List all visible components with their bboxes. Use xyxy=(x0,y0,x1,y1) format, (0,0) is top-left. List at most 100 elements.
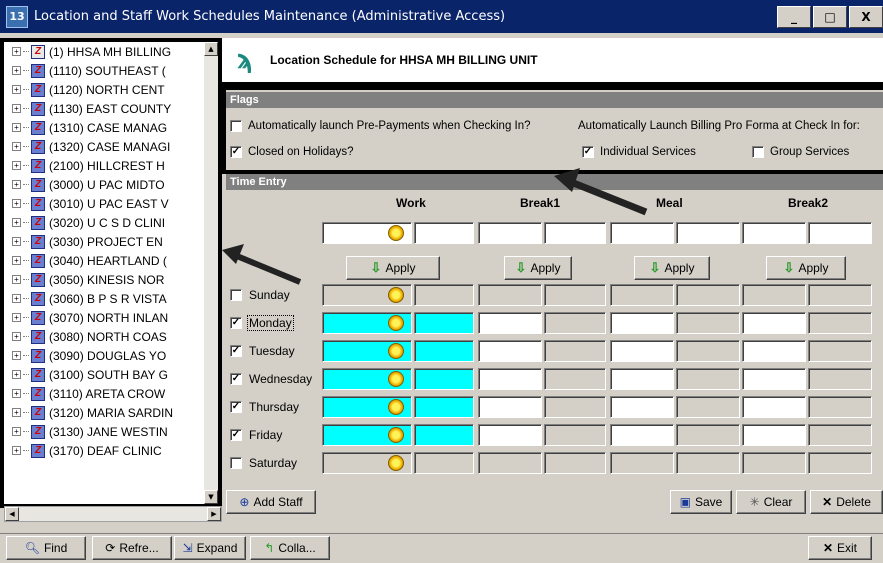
template-time-field[interactable] xyxy=(676,222,740,244)
auto-prepayments-option[interactable]: Automatically launch Pre-Payments when C… xyxy=(230,120,531,132)
time-picker-icon[interactable] xyxy=(388,455,404,471)
scroll-down-icon[interactable]: ▼ xyxy=(204,490,218,504)
tree-item[interactable]: + Z (1) HHSA MH BILLING xyxy=(4,42,218,61)
tree-item[interactable]: + Z (3170) DEAF CLINIC xyxy=(4,441,218,460)
exit-button[interactable]: ✕ Exit xyxy=(808,536,872,560)
closed-holidays-option[interactable]: ✓ Closed on Holidays? xyxy=(230,146,353,158)
tree-item[interactable]: + Z (3070) NORTH INLAN xyxy=(4,308,218,327)
location-tree[interactable]: + Z (1) HHSA MH BILLING + Z (1110) SOUTHEAST … xyxy=(0,38,222,508)
expand-plus-icon[interactable]: + xyxy=(12,123,21,132)
tree-vertical-scrollbar[interactable]: ▲ ▼ xyxy=(204,42,218,504)
day-row-tuesday[interactable]: ✓ Tuesday xyxy=(230,344,296,358)
expand-plus-icon[interactable]: + xyxy=(12,408,21,417)
tree-item[interactable]: + Z (3040) HEARTLAND ( xyxy=(4,251,218,270)
time-field[interactable] xyxy=(610,368,674,390)
template-time-field[interactable] xyxy=(742,222,806,244)
scroll-up-icon[interactable]: ▲ xyxy=(204,42,218,56)
tree-item[interactable]: + Z (3000) U PAC MIDTO xyxy=(4,175,218,194)
time-field[interactable] xyxy=(742,368,806,390)
expand-plus-icon[interactable]: + xyxy=(12,256,21,265)
apply-break1-button[interactable]: ⇩ Apply xyxy=(504,256,572,280)
scroll-right-icon[interactable]: ▶ xyxy=(207,507,221,521)
find-button[interactable]: 🔍︎ Find xyxy=(6,536,86,560)
tree-item[interactable]: + Z (3010) U PAC EAST V xyxy=(4,194,218,213)
individual-services-option[interactable]: ✓ Individual Services xyxy=(582,146,696,158)
time-picker-icon[interactable] xyxy=(388,225,404,241)
time-field[interactable] xyxy=(676,424,740,446)
time-picker-icon[interactable] xyxy=(388,427,404,443)
time-field[interactable] xyxy=(742,312,806,334)
template-time-field[interactable] xyxy=(478,222,542,244)
day-row-thursday[interactable]: ✓ Thursday xyxy=(230,400,300,414)
day-checkbox[interactable] xyxy=(230,289,242,301)
time-field[interactable] xyxy=(808,340,872,362)
closed-holidays-checkbox[interactable]: ✓ xyxy=(230,146,242,158)
time-field[interactable] xyxy=(610,424,674,446)
apply-break2-button[interactable]: ⇩ Apply xyxy=(766,256,846,280)
tree-item[interactable]: + Z (3120) MARIA SARDIN xyxy=(4,403,218,422)
scroll-left-icon[interactable]: ◀ xyxy=(5,507,19,521)
template-time-field[interactable] xyxy=(414,222,474,244)
time-picker-icon[interactable] xyxy=(388,399,404,415)
template-time-field[interactable] xyxy=(610,222,674,244)
group-services-option[interactable]: Group Services xyxy=(752,146,849,158)
refresh-button[interactable]: ⟳ Refre... xyxy=(92,536,172,560)
day-checkbox[interactable]: ✓ xyxy=(230,317,242,329)
expand-plus-icon[interactable]: + xyxy=(12,427,21,436)
individual-services-checkbox[interactable]: ✓ xyxy=(582,146,594,158)
time-field[interactable] xyxy=(414,424,474,446)
tree-item[interactable]: + Z (3130) JANE WESTIN xyxy=(4,422,218,441)
tree-item[interactable]: + Z (3030) PROJECT EN xyxy=(4,232,218,251)
time-field[interactable] xyxy=(478,340,542,362)
auto-prepayments-checkbox[interactable] xyxy=(230,120,242,132)
expand-plus-icon[interactable]: + xyxy=(12,275,21,284)
expand-button[interactable]: ⇲ Expand xyxy=(174,536,246,560)
time-field[interactable] xyxy=(808,424,872,446)
time-field[interactable] xyxy=(414,368,474,390)
tree-item[interactable]: + Z (1310) CASE MANAG xyxy=(4,118,218,137)
expand-plus-icon[interactable]: + xyxy=(12,446,21,455)
time-field[interactable] xyxy=(478,396,542,418)
time-field[interactable] xyxy=(808,312,872,334)
day-checkbox[interactable]: ✓ xyxy=(230,345,242,357)
time-field[interactable] xyxy=(742,340,806,362)
expand-plus-icon[interactable]: + xyxy=(12,85,21,94)
expand-plus-icon[interactable]: + xyxy=(12,180,21,189)
tree-item[interactable]: + Z (3060) B P S R VISTA xyxy=(4,289,218,308)
template-time-field[interactable] xyxy=(544,222,606,244)
day-checkbox[interactable]: ✓ xyxy=(230,373,242,385)
time-field[interactable] xyxy=(676,368,740,390)
maximize-button[interactable]: □ xyxy=(813,6,847,28)
time-picker-icon[interactable] xyxy=(388,343,404,359)
expand-plus-icon[interactable]: + xyxy=(12,218,21,227)
time-field[interactable] xyxy=(414,396,474,418)
expand-plus-icon[interactable]: + xyxy=(12,104,21,113)
tree-item[interactable]: + Z (1130) EAST COUNTY xyxy=(4,99,218,118)
group-services-checkbox[interactable] xyxy=(752,146,764,158)
expand-plus-icon[interactable]: + xyxy=(12,66,21,75)
time-field[interactable] xyxy=(808,396,872,418)
time-field[interactable] xyxy=(676,396,740,418)
expand-plus-icon[interactable]: + xyxy=(12,237,21,246)
tree-item[interactable]: + Z (3110) ARETA CROW xyxy=(4,384,218,403)
day-row-saturday[interactable]: Saturday xyxy=(230,456,298,470)
expand-plus-icon[interactable]: + xyxy=(12,199,21,208)
day-checkbox[interactable] xyxy=(230,457,242,469)
save-button[interactable]: ▣ Save xyxy=(670,490,732,514)
time-field[interactable] xyxy=(478,312,542,334)
time-field[interactable] xyxy=(742,424,806,446)
time-field[interactable] xyxy=(544,368,606,390)
tree-item[interactable]: + Z (3100) SOUTH BAY G xyxy=(4,365,218,384)
day-row-wednesday[interactable]: ✓ Wednesday xyxy=(230,372,313,386)
tree-item[interactable]: + Z (1320) CASE MANAGI xyxy=(4,137,218,156)
expand-plus-icon[interactable]: + xyxy=(12,47,21,56)
tree-item[interactable]: + Z (2100) HILLCREST H xyxy=(4,156,218,175)
add-staff-button[interactable]: ⊕ Add Staff xyxy=(226,490,316,514)
day-checkbox[interactable]: ✓ xyxy=(230,401,242,413)
delete-button[interactable]: ✕ Delete xyxy=(810,490,883,514)
clear-button[interactable]: ✳ Clear xyxy=(736,490,806,514)
time-field[interactable] xyxy=(610,312,674,334)
tree-horizontal-scrollbar[interactable]: ◀ ▶ xyxy=(4,506,222,522)
time-field[interactable] xyxy=(544,312,606,334)
close-button[interactable]: X xyxy=(849,6,883,28)
